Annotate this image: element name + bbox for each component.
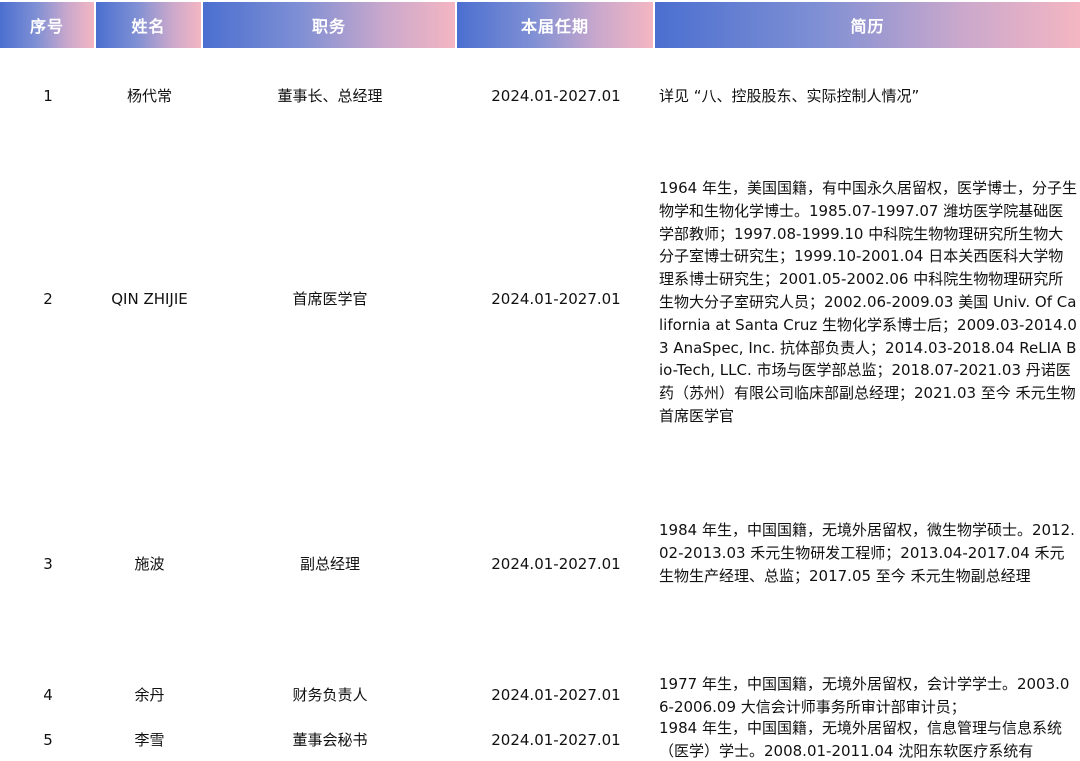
row-4-term: 2024.01-2027.01 bbox=[491, 686, 621, 704]
management-table: 序号 姓名 职务 本届任期 简历 1 杨代常 董事长、总经理 2024.01-2… bbox=[0, 0, 1080, 761]
row-1-seq: 1 bbox=[43, 87, 53, 105]
header-name: 姓名 bbox=[96, 2, 201, 48]
row-3-name: 施波 bbox=[134, 555, 165, 573]
row-1-term: 2024.01-2027.01 bbox=[491, 87, 621, 105]
row-4-name: 余丹 bbox=[134, 686, 165, 704]
row-5-position: 董事会秘书 bbox=[292, 731, 368, 749]
header-seq: 序号 bbox=[0, 2, 94, 48]
header-term: 本届任期 bbox=[457, 2, 653, 48]
row-1-name: 杨代常 bbox=[126, 87, 172, 105]
row-4-seq: 4 bbox=[43, 686, 53, 704]
row-3-resume: 1984 年生，中国国籍，无境外居留权，微生物学硕士。2012.02-2013.… bbox=[659, 521, 1075, 585]
row-2-position: 首席医学官 bbox=[292, 290, 368, 308]
row-3-seq: 3 bbox=[43, 555, 53, 573]
row-1-position: 董事长、总经理 bbox=[277, 87, 383, 105]
row-4-resume: 1977 年生，中国国籍，无境外居留权，会计学学士。2003.06-2006.0… bbox=[659, 675, 1070, 716]
row-5-name: 李雪 bbox=[134, 731, 165, 749]
row-5-resume: 1984 年生，中国国籍，无境外居留权，信息管理与信息系统（医学）学士。2008… bbox=[659, 719, 1062, 760]
row-2-resume: 1964 年生，美国国籍，有中国永久居留权，医学博士，分子生物学和生物化学博士。… bbox=[659, 179, 1077, 425]
row-2-term: 2024.01-2027.01 bbox=[491, 290, 621, 308]
row-4-position: 财务负责人 bbox=[292, 686, 368, 704]
row-5-seq: 5 bbox=[43, 731, 53, 749]
row-5-term: 2024.01-2027.01 bbox=[491, 731, 621, 749]
header-resume: 简历 bbox=[655, 2, 1080, 48]
row-2-name: QIN ZHIJIE bbox=[111, 290, 188, 308]
header-position: 职务 bbox=[203, 2, 455, 48]
row-1-resume: 详见 “八、控股股东、实际控制人情况” bbox=[659, 87, 920, 105]
row-3-position: 副总经理 bbox=[299, 555, 360, 573]
row-3-term: 2024.01-2027.01 bbox=[491, 555, 621, 573]
row-2-seq: 2 bbox=[43, 290, 53, 308]
